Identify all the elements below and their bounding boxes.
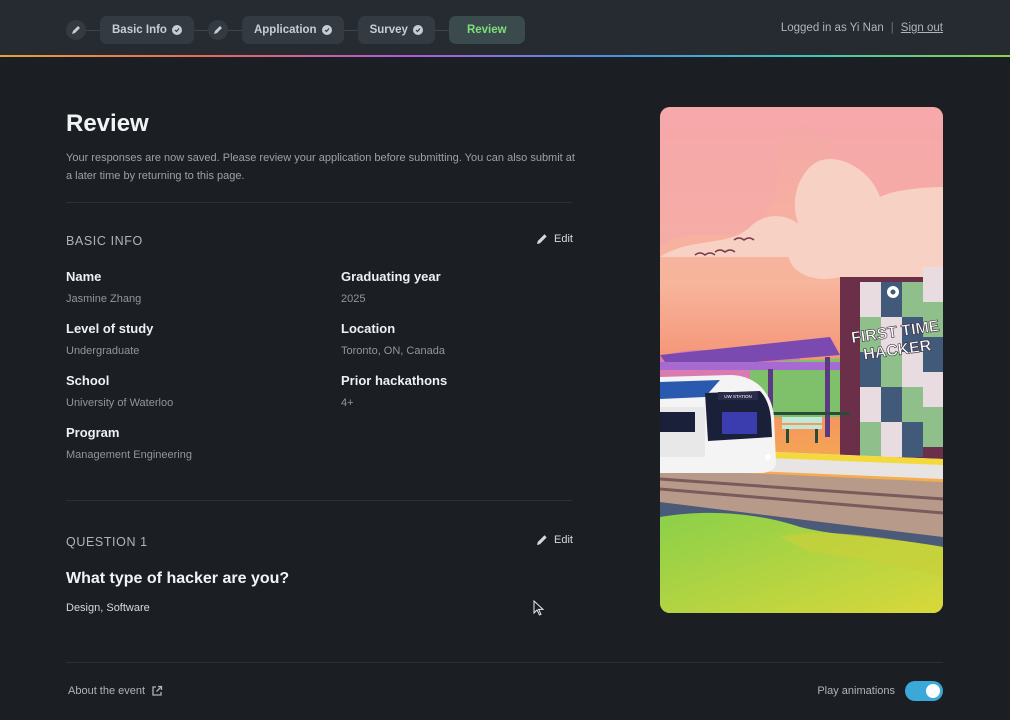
step-label: Survey bbox=[369, 24, 408, 36]
field-label-program: Program bbox=[66, 425, 120, 440]
step-connector bbox=[343, 29, 358, 31]
animations-toggle[interactable] bbox=[905, 681, 943, 701]
separator: | bbox=[890, 22, 894, 34]
check-icon bbox=[412, 25, 423, 35]
step-connector bbox=[86, 29, 100, 31]
section-title-question-1: QUESTION 1 bbox=[66, 535, 148, 549]
top-navigation-bar: Basic Info Application Survey Review Log… bbox=[0, 0, 1010, 56]
step-review[interactable]: Review bbox=[448, 16, 525, 44]
step-survey[interactable]: Survey bbox=[357, 16, 435, 44]
station-sign-text: UW STATION bbox=[724, 394, 752, 399]
divider bbox=[66, 500, 572, 501]
pencil-icon bbox=[537, 234, 547, 244]
step-connector bbox=[434, 29, 449, 31]
first-time-hacker-illustration: FIRST TIME HACKER UW STATION bbox=[660, 107, 943, 613]
step-label: Review bbox=[466, 24, 507, 36]
field-label-location: Location bbox=[341, 321, 396, 336]
bench bbox=[782, 417, 822, 423]
step-label: Application bbox=[253, 24, 317, 36]
pencil-icon bbox=[537, 535, 547, 545]
field-value-school: University of Waterloo bbox=[66, 397, 174, 409]
mouse-cursor-icon bbox=[533, 600, 544, 616]
divider bbox=[66, 202, 572, 203]
page-title: Review bbox=[66, 110, 149, 137]
railing bbox=[770, 412, 850, 415]
field-value-name: Jasmine Zhang bbox=[66, 293, 142, 305]
external-link-icon bbox=[152, 685, 163, 696]
edit-label: Edit bbox=[554, 233, 573, 245]
step-basic-info[interactable]: Basic Info bbox=[100, 16, 194, 44]
canopy-edge bbox=[660, 362, 840, 370]
field-label-school: School bbox=[66, 373, 110, 388]
field-value-prior-hackathons: 4+ bbox=[341, 397, 354, 409]
answer-text: Design, Software bbox=[66, 602, 150, 614]
edit-label: Edit bbox=[554, 534, 573, 546]
toggle-knob bbox=[926, 684, 940, 698]
question-text: What type of hacker are you? bbox=[66, 570, 290, 587]
intro-text: Your responses are now saved. Please rev… bbox=[66, 152, 575, 182]
check-icon bbox=[321, 25, 332, 35]
about-event-link[interactable]: About the event bbox=[68, 685, 163, 697]
field-label-name: Name bbox=[66, 269, 102, 284]
field-value-graduating-year: 2025 bbox=[341, 293, 366, 305]
edit-question-1-button[interactable]: Edit bbox=[536, 534, 573, 546]
sign-out-link[interactable]: Sign out bbox=[901, 22, 943, 34]
footer-divider bbox=[66, 662, 943, 663]
field-label-graduating-year: Graduating year bbox=[341, 269, 441, 284]
step-application[interactable]: Application bbox=[241, 16, 344, 44]
edit-basic-info-button[interactable]: Edit bbox=[536, 233, 573, 245]
pencil-icon[interactable] bbox=[66, 20, 86, 40]
rainbow-divider bbox=[0, 55, 1010, 57]
step-connector bbox=[193, 29, 208, 31]
step-connector bbox=[227, 29, 242, 31]
check-icon bbox=[171, 25, 182, 35]
field-label-level-of-study: Level of study bbox=[66, 321, 154, 336]
about-label: About the event bbox=[68, 685, 146, 697]
field-value-level-of-study: Undergraduate bbox=[66, 345, 140, 357]
field-value-program: Management Engineering bbox=[66, 449, 192, 461]
animations-setting: Play animations bbox=[817, 681, 943, 701]
progress-steps: Basic Info Application Survey Review bbox=[66, 16, 525, 44]
canopy-pole bbox=[825, 357, 830, 437]
pencil-icon[interactable] bbox=[207, 20, 228, 40]
field-value-location: Toronto, ON, Canada bbox=[341, 345, 445, 357]
animations-label: Play animations bbox=[817, 685, 895, 697]
field-label-prior-hackathons: Prior hackathons bbox=[341, 373, 448, 388]
user-info: Logged in as Yi Nan | Sign out bbox=[781, 22, 943, 34]
logged-in-text: Logged in as Yi Nan bbox=[780, 22, 884, 34]
section-title-basic-info: BASIC INFO bbox=[66, 234, 143, 248]
step-label: Basic Info bbox=[112, 24, 167, 36]
